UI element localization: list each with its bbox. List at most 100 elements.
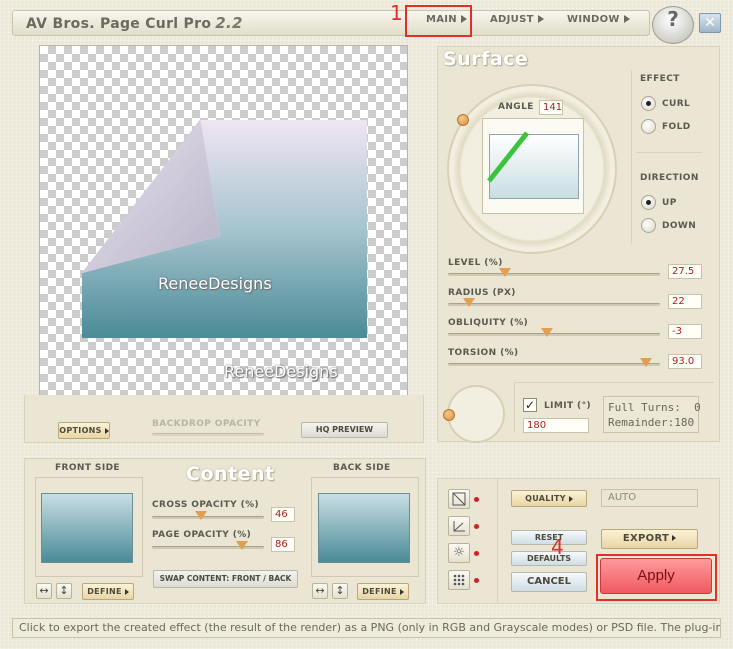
effect-direction-group — [631, 70, 705, 244]
obliquity-value[interactable]: -3 — [668, 324, 702, 339]
front-side-label: FRONT SIDE — [55, 463, 120, 473]
effect-curl-label: CURL — [662, 99, 691, 109]
export-button[interactable]: EXPORT — [601, 529, 698, 549]
watermark-canvas-text: ReneeDesigns — [224, 362, 338, 381]
direction-down-radio[interactable] — [641, 218, 656, 233]
effect-fold-label: FOLD — [662, 122, 691, 132]
annotation-number-1: 1 — [390, 1, 403, 25]
close-button[interactable]: ✕ — [699, 13, 721, 33]
status-dot — [474, 497, 479, 502]
play-icon — [104, 427, 109, 434]
play-icon — [399, 588, 404, 595]
help-button[interactable]: ? — [652, 6, 694, 44]
angle-value[interactable]: 141 — [539, 100, 563, 115]
level-value[interactable]: 27.5 — [668, 264, 702, 279]
direction-label: DIRECTION — [640, 173, 699, 183]
limit-checkbox[interactable]: ✓ — [523, 398, 537, 412]
backdrop-opacity-slider[interactable] — [152, 433, 264, 436]
back-define-button[interactable]: DEFINE — [357, 583, 409, 600]
defaults-button[interactable]: DEFAULTS — [511, 551, 587, 566]
obliquity-slider[interactable] — [448, 333, 660, 336]
play-icon — [623, 15, 630, 23]
radius-value[interactable]: 22 — [668, 294, 702, 309]
direction-up-radio[interactable] — [641, 195, 656, 210]
play-icon — [672, 535, 677, 541]
torsion-label: TORSION (%) — [448, 348, 519, 358]
annotation-box-main — [405, 5, 472, 37]
app-title: AV Bros. Page Curl Pro 2.2 — [26, 14, 243, 32]
play-icon — [537, 15, 544, 23]
swap-content-button[interactable]: SWAP CONTENT: FRONT / BACK — [153, 570, 298, 588]
status-bar: Click to export the created effect (the … — [12, 618, 721, 638]
menu-adjust[interactable]: ADJUST — [490, 14, 544, 25]
back-flip-vertical-icon[interactable]: ↕ — [332, 583, 348, 599]
level-label: LEVEL (%) — [448, 258, 503, 268]
front-define-label: DEFINE — [87, 587, 122, 596]
back-side-label: BACK SIDE — [333, 463, 391, 473]
menu-adjust-label: ADJUST — [490, 14, 534, 25]
full-turns-text: Full Turns: 0 — [608, 401, 701, 414]
back-side-thumbnail[interactable] — [318, 493, 410, 563]
page-opacity-slider-thumb[interactable] — [236, 541, 248, 550]
torsion-slider[interactable] — [448, 363, 660, 366]
front-flip-vertical-icon[interactable]: ↕ — [56, 583, 72, 599]
torsion-value[interactable]: 93.0 — [668, 354, 702, 369]
effect-curl-radio[interactable] — [641, 96, 656, 111]
page-curl-preview — [81, 119, 367, 338]
cross-opacity-slider[interactable] — [152, 516, 264, 519]
surface-tool-glyph — [452, 492, 466, 506]
limit-dial-knob[interactable] — [443, 409, 455, 421]
level-slider-thumb[interactable] — [499, 268, 511, 277]
preview-canvas[interactable]: ReneeDesigns ReneeDesigns — [39, 45, 408, 411]
status-dot — [474, 524, 479, 529]
annotation-box-apply — [596, 554, 717, 601]
play-icon — [568, 495, 573, 502]
torsion-slider-thumb[interactable] — [640, 358, 652, 367]
surface-title: Surface — [443, 48, 529, 70]
page-opacity-value[interactable]: 86 — [271, 537, 295, 552]
cross-opacity-value[interactable]: 46 — [271, 507, 295, 522]
turns-readout: Full Turns: 0 Remainder:180 — [603, 396, 701, 433]
app-version: 2.2 — [215, 14, 243, 32]
menu-window[interactable]: WINDOW — [567, 14, 630, 25]
radius-slider[interactable] — [448, 303, 660, 306]
cross-opacity-slider-thumb[interactable] — [195, 511, 207, 520]
obliquity-slider-thumb[interactable] — [541, 328, 553, 337]
page-opacity-label: PAGE OPACITY (%) — [152, 530, 252, 540]
options-button[interactable]: OPTIONS — [58, 422, 110, 439]
front-flip-horizontal-icon[interactable]: ↔ — [36, 583, 52, 599]
play-icon — [124, 588, 129, 595]
divider — [497, 478, 498, 604]
front-define-button[interactable]: DEFINE — [82, 583, 134, 600]
grid-tool-icon[interactable] — [448, 570, 470, 590]
backdrop-opacity-label: BACKDROP OPACITY — [152, 419, 261, 429]
quality-button[interactable]: QUALITY — [511, 490, 587, 507]
content-title: Content — [186, 463, 275, 485]
quality-select[interactable]: AUTO — [601, 489, 698, 507]
angle-dial-knob[interactable] — [457, 114, 469, 126]
export-label: EXPORT — [622, 533, 670, 544]
quality-label: QUALITY — [525, 494, 566, 503]
cancel-button[interactable]: CANCEL — [511, 572, 587, 592]
back-flip-horizontal-icon[interactable]: ↔ — [312, 583, 328, 599]
effect-fold-radio[interactable] — [641, 119, 656, 134]
radius-label: RADIUS (PX) — [448, 288, 516, 298]
reset-button[interactable]: RESET — [511, 530, 587, 545]
hq-preview-button[interactable]: HQ PREVIEW — [301, 422, 388, 438]
grid-tool-glyph — [453, 574, 465, 586]
limit-dial[interactable] — [447, 385, 505, 443]
front-side-thumbnail[interactable] — [41, 493, 133, 563]
axis-tool-icon[interactable] — [448, 516, 470, 536]
level-slider[interactable] — [448, 273, 660, 276]
app-name: AV Bros. Page Curl Pro — [26, 16, 212, 32]
axis-tool-glyph — [453, 521, 465, 532]
limit-value[interactable]: 180 — [523, 418, 589, 433]
obliquity-label: OBLIQUITY (%) — [448, 318, 529, 328]
light-tool-icon[interactable]: ☼ — [448, 543, 470, 563]
status-dot — [474, 551, 479, 556]
radius-slider-thumb[interactable] — [463, 298, 475, 307]
options-label: OPTIONS — [59, 426, 102, 435]
annotation-number-4: 4 — [551, 535, 564, 559]
status-dot — [474, 578, 479, 583]
surface-tool-icon[interactable] — [448, 489, 470, 509]
